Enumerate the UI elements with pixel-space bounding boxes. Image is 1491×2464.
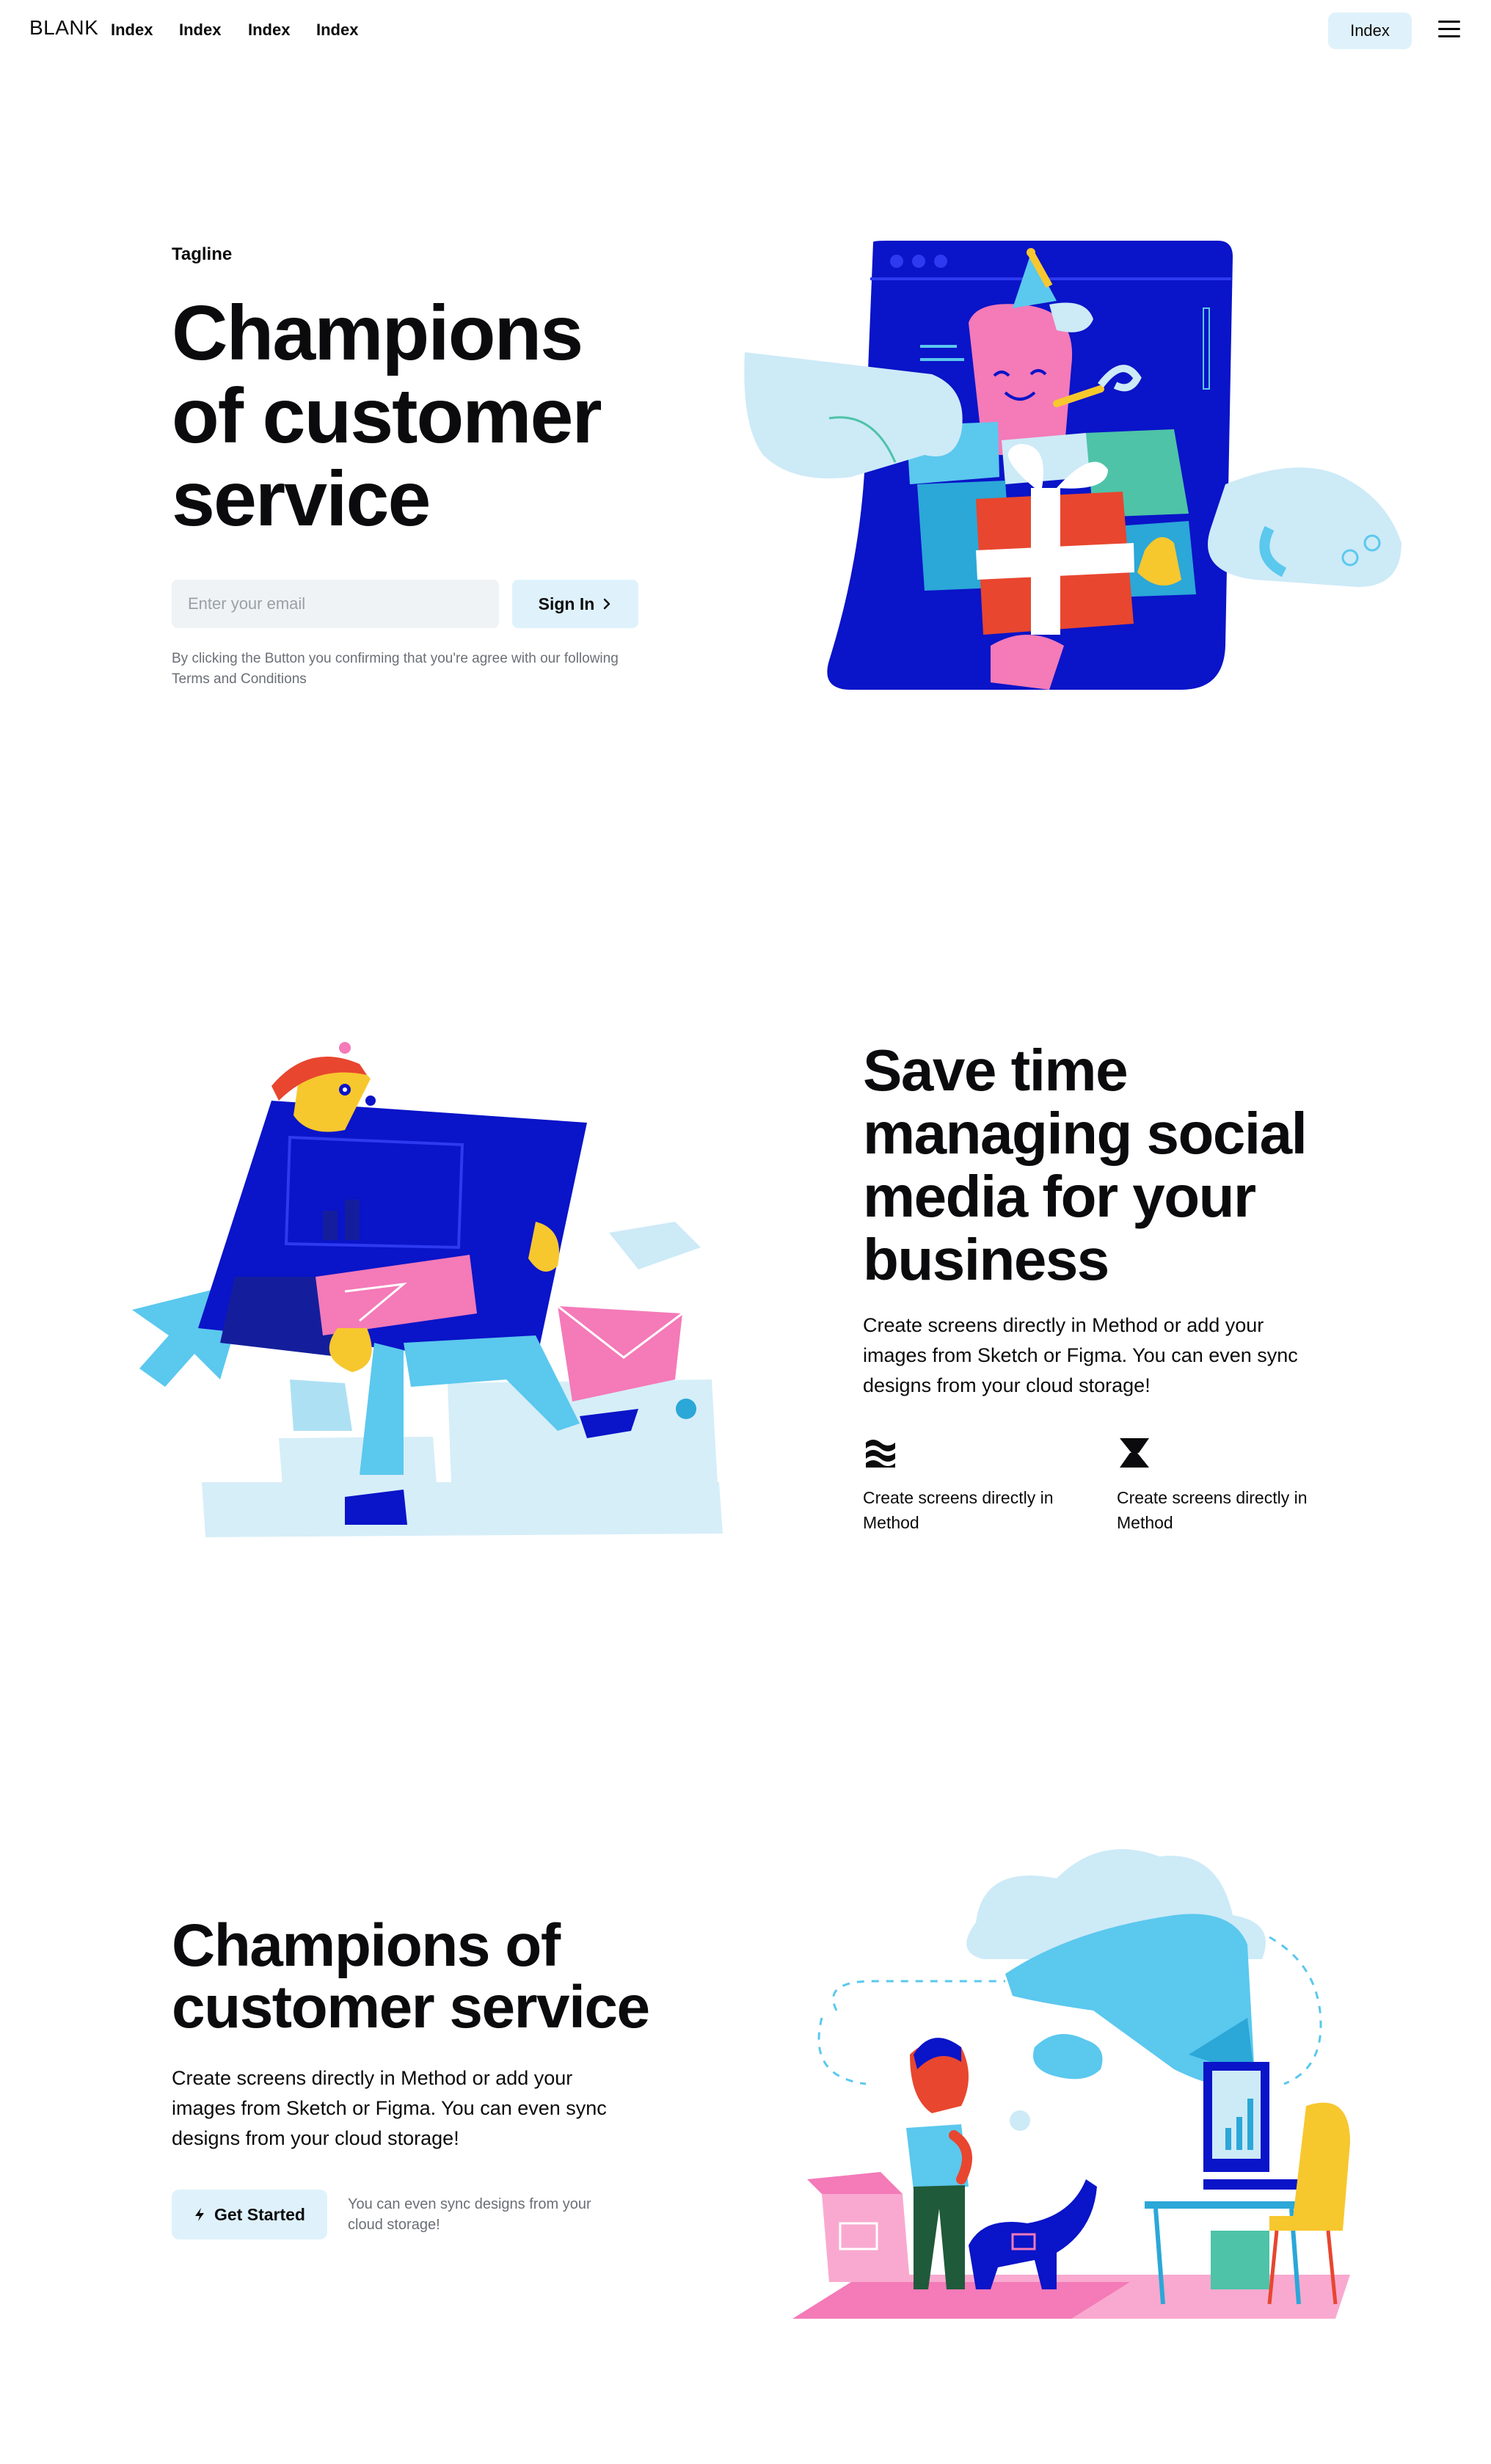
section2-body: Create screens directly in Method or add… (863, 1314, 1298, 1396)
feature-text-2: Create screens directly in Method (1117, 1488, 1308, 1532)
chevron-right-icon (604, 598, 610, 610)
section2-title: Save time managing social media for your… (863, 1038, 1308, 1292)
legal-text: By clicking the Button you confirming th… (172, 651, 619, 687)
nav-link-2[interactable]: Index (179, 21, 221, 40)
section3-body: Create screens directly in Method or add… (172, 2067, 607, 2149)
nav-link-1[interactable]: Index (111, 21, 153, 40)
hero-tagline: Tagline (172, 244, 233, 264)
nav-link-4[interactable]: Index (316, 21, 358, 40)
get-started-label: Get Started (214, 2204, 305, 2224)
hamburger-icon[interactable] (1438, 21, 1460, 38)
hero-illustration (744, 241, 1401, 690)
nav-cta-button[interactable]: Index (1328, 12, 1412, 49)
workspace-illustration (792, 1849, 1350, 2319)
bolt-z-icon (1120, 1438, 1149, 1468)
delivery-illustration (132, 1042, 723, 1537)
layers-wave-icon (866, 1440, 895, 1468)
brand-logo[interactable]: BLANK (29, 16, 98, 40)
lightning-icon (195, 2208, 204, 2221)
signin-button[interactable]: Sign In (512, 580, 638, 628)
nav-link-3[interactable]: Index (248, 21, 290, 40)
feature-text-1: Create screens directly in Method (863, 1488, 1054, 1532)
section3-title: Champions of customer service (172, 1912, 650, 2041)
get-started-note: You can even sync designs from your clou… (348, 2196, 591, 2233)
signin-label: Sign In (538, 594, 595, 613)
get-started-button[interactable]: Get Started (172, 2190, 327, 2239)
hero-title: Champions of customer service (172, 290, 602, 542)
email-input[interactable] (172, 580, 499, 628)
